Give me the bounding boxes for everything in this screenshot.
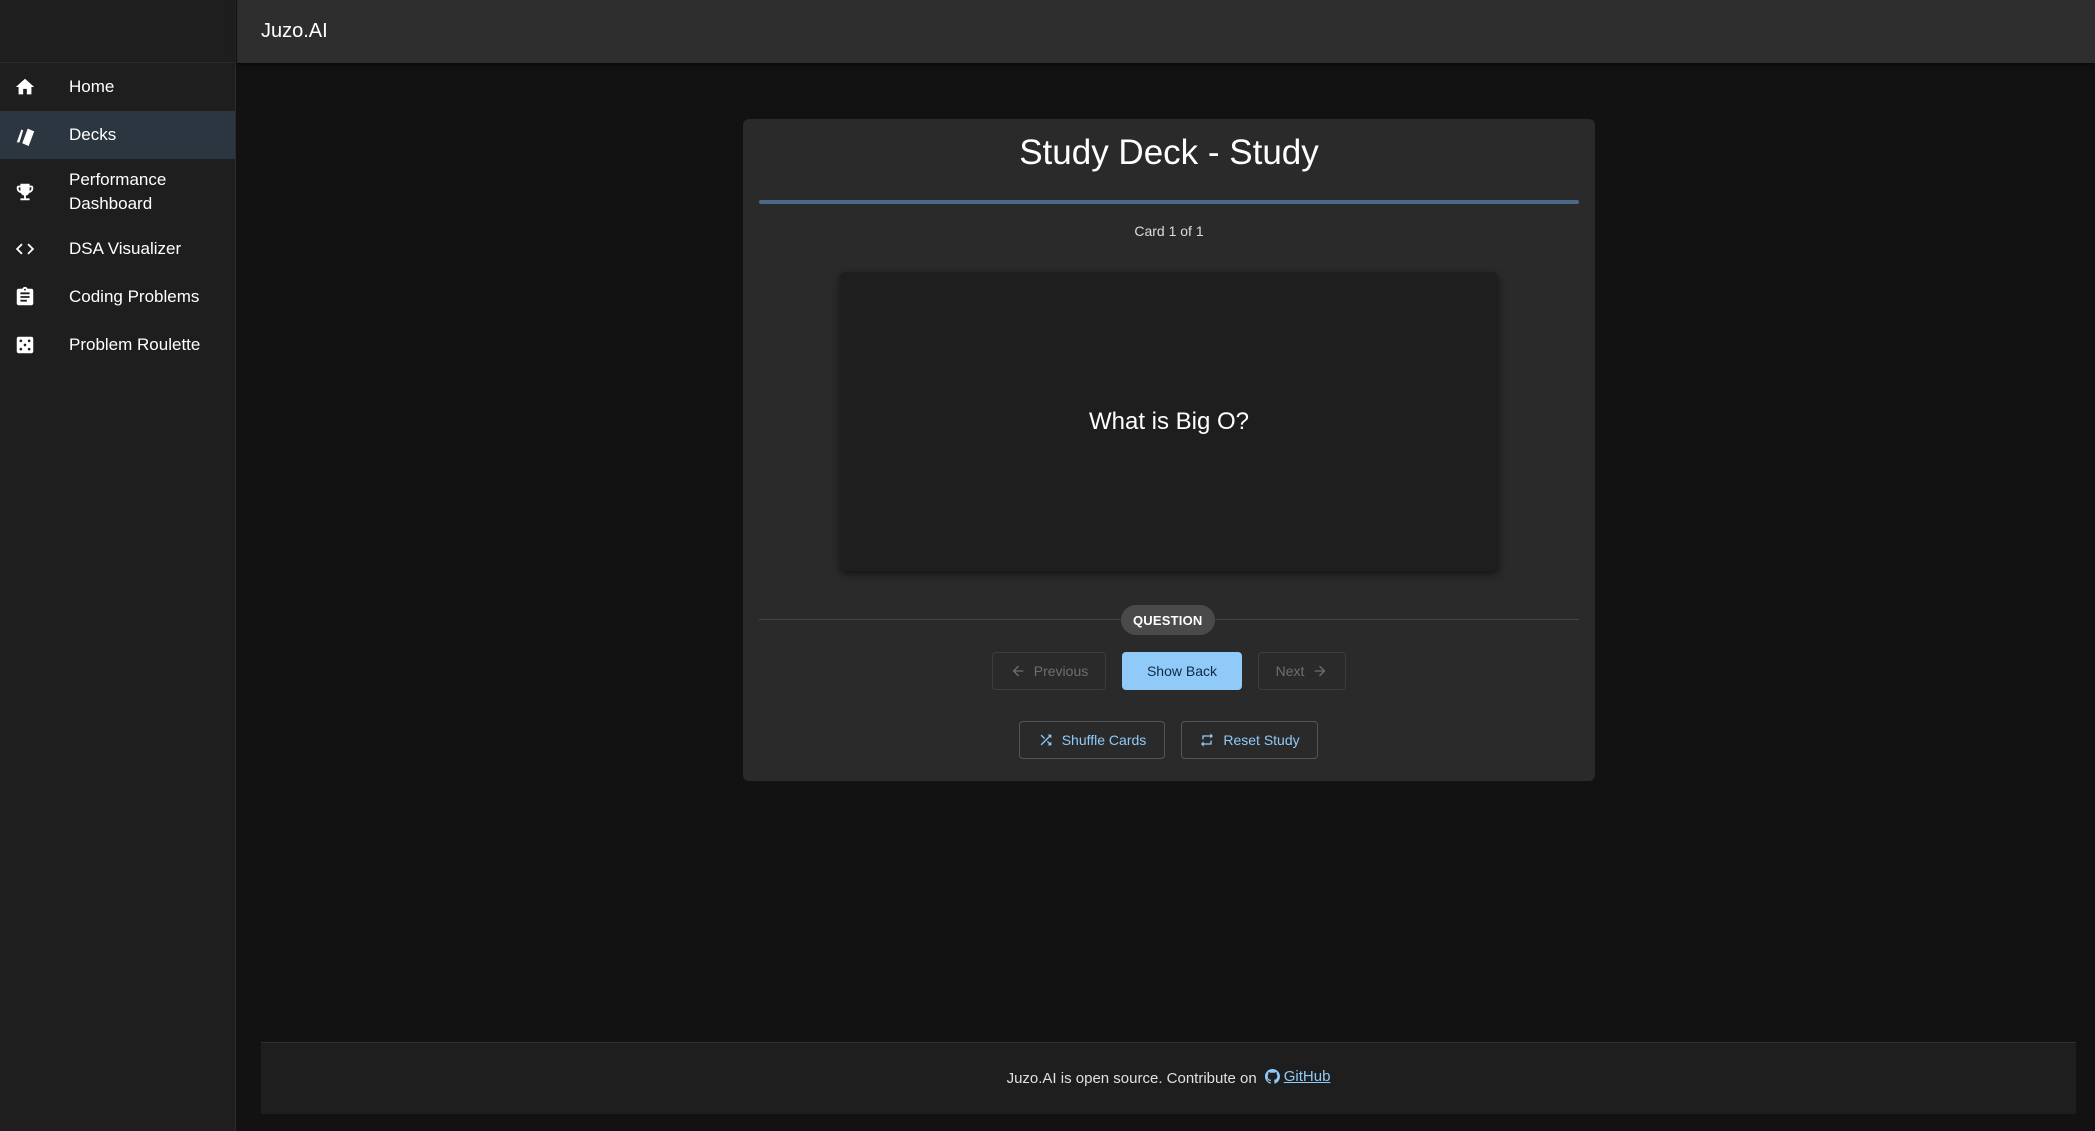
study-progress-fill xyxy=(759,200,1579,204)
sidebar-item-coding-problems[interactable]: Coding Problems xyxy=(0,273,235,321)
dice-icon xyxy=(13,333,37,357)
previous-button[interactable]: Previous xyxy=(992,652,1106,690)
app-bar: Juzo.AI xyxy=(237,0,2095,63)
sidebar-item-dsa-visualizer[interactable]: DSA Visualizer xyxy=(0,225,235,273)
sidebar: Home Decks Performance Dashboard DSA Vis… xyxy=(0,0,236,1131)
reset-study-button[interactable]: Reset Study xyxy=(1181,721,1318,759)
repeat-icon xyxy=(1201,733,1214,747)
clipboard-icon xyxy=(13,285,37,309)
next-button-label: Next xyxy=(1275,663,1305,679)
shuffle-cards-button-label: Shuffle Cards xyxy=(1061,732,1147,748)
flashcard[interactable]: What is Big O? xyxy=(840,272,1498,571)
shuffle-cards-button[interactable]: Shuffle Cards xyxy=(1019,721,1165,759)
arrow-left-icon xyxy=(1012,665,1024,677)
cards-icon xyxy=(13,123,37,147)
app-title: Juzo.AI xyxy=(261,20,328,42)
show-back-button[interactable]: Show Back xyxy=(1122,652,1242,690)
home-icon xyxy=(13,75,37,99)
arrow-right-icon xyxy=(1315,665,1326,677)
shuffle-icon xyxy=(1040,734,1052,746)
sidebar-item-label: Coding Problems xyxy=(69,287,200,306)
card-side-chip: QUESTION xyxy=(1121,605,1215,635)
sidebar-item-label: Problem Roulette xyxy=(69,335,201,354)
sidebar-item-decks[interactable]: Decks xyxy=(0,111,235,159)
card-counter: Card 1 of 1 xyxy=(1134,223,1204,239)
previous-button-label: Previous xyxy=(1033,663,1089,679)
study-progress-bar xyxy=(759,200,1579,204)
sidebar-header xyxy=(0,0,235,63)
footer: Juzo.AI is open source. Contribute on Gi… xyxy=(261,1042,2076,1114)
study-title: Study Deck - Study xyxy=(1019,133,1319,172)
sidebar-item-label: Home xyxy=(69,77,115,96)
github-link-label: GitHub xyxy=(1283,1068,1331,1085)
sidebar-item-performance-dashboard[interactable]: Performance Dashboard xyxy=(0,159,235,225)
sidebar-item-home[interactable]: Home xyxy=(0,63,235,111)
sidebar-item-label: DSA Visualizer xyxy=(69,239,182,258)
reset-study-button-label: Reset Study xyxy=(1223,732,1300,748)
sidebar-item-label: Performance Dashboard xyxy=(69,170,167,213)
study-panel: Study Deck - Study Card 1 of 1 What is B… xyxy=(743,119,1595,781)
show-back-button-label: Show Back xyxy=(1146,663,1218,679)
github-link[interactable]: GitHub xyxy=(1264,1068,1331,1085)
footer-text: Juzo.AI is open source. Contribute on xyxy=(1006,1070,1257,1087)
trophy-icon xyxy=(13,180,37,204)
github-icon xyxy=(1264,1069,1280,1084)
flashcard-text: What is Big O? xyxy=(1088,407,1250,435)
code-icon xyxy=(13,237,37,261)
next-button[interactable]: Next xyxy=(1258,652,1346,690)
sidebar-item-problem-roulette[interactable]: Problem Roulette xyxy=(0,321,235,369)
sidebar-item-label: Decks xyxy=(69,125,117,144)
